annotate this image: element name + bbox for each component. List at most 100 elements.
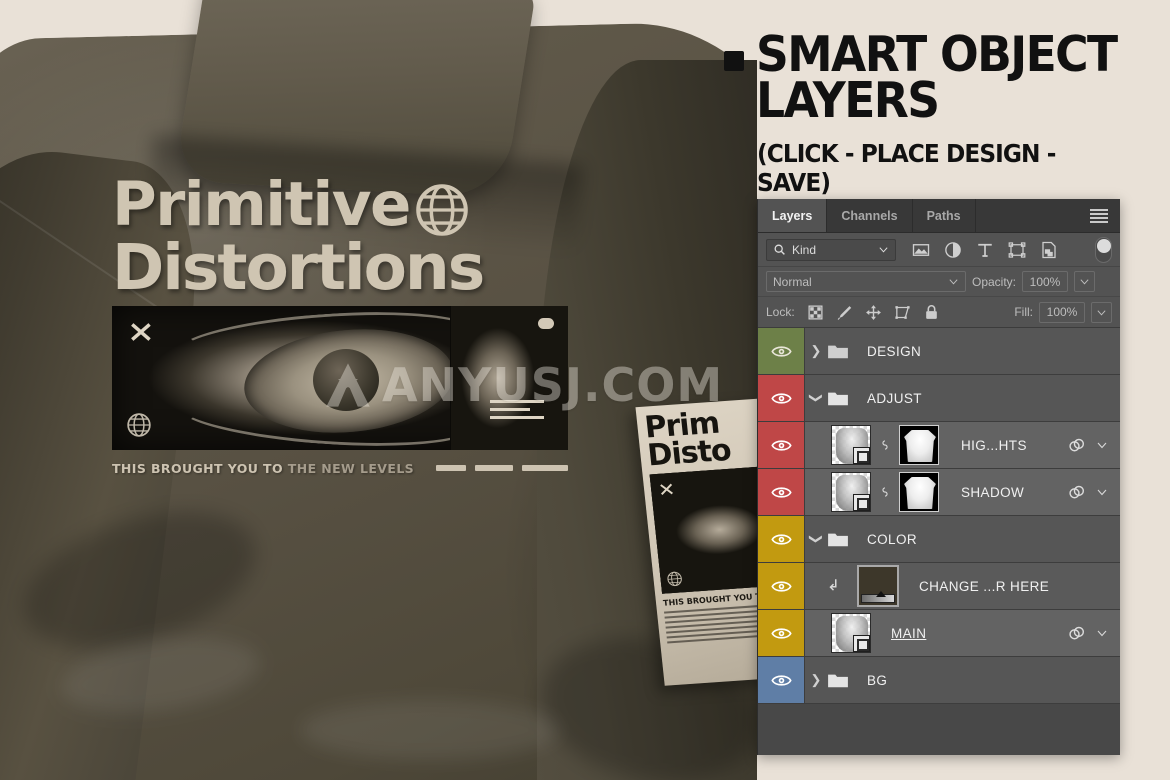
tab-paths-label: Paths xyxy=(927,209,961,223)
headline-block: SMART OBJECTLAYERS (CLICK - PLACE DESIGN… xyxy=(724,32,1154,197)
solid-color-fill-thumbnail[interactable] xyxy=(857,565,899,607)
chevron-down-icon xyxy=(1096,307,1107,318)
chevron-down-icon xyxy=(878,244,889,255)
eye-visible-icon[interactable] xyxy=(758,422,805,468)
jacket-back-print: Primitive Distortions xyxy=(112,176,574,476)
tab-layers-label: Layers xyxy=(772,209,812,223)
layer-effects-icon[interactable] xyxy=(1067,483,1086,502)
layer-filter-bar: Kind xyxy=(758,233,1120,267)
layer-effects-icon[interactable] xyxy=(1067,436,1086,455)
opacity-stepper[interactable] xyxy=(1074,271,1095,292)
search-icon xyxy=(773,243,786,256)
eye-visible-icon[interactable] xyxy=(758,469,805,515)
hangtag-title-2: Disto xyxy=(646,434,757,470)
print-title-text-2: Distortions xyxy=(112,238,483,298)
opacity-value: 100% xyxy=(1030,275,1061,289)
layer-row-color[interactable]: ❯ COLOR xyxy=(758,516,1120,563)
chevron-down-icon[interactable]: ❯ xyxy=(808,528,824,550)
fill-stepper[interactable] xyxy=(1091,302,1112,323)
blend-mode-select[interactable]: Normal xyxy=(766,271,966,292)
blend-mode-value: Normal xyxy=(773,275,948,289)
hangtag-body-lines xyxy=(664,604,757,644)
artwork-pill-mark xyxy=(538,318,554,329)
eye-visible-icon[interactable] xyxy=(758,657,805,703)
layer-list: ❯ DESIGN ❯ xyxy=(758,328,1120,755)
tab-channels[interactable]: Channels xyxy=(827,199,912,232)
shape-filter-icon[interactable] xyxy=(1008,241,1026,259)
filter-power-toggle[interactable] xyxy=(1095,237,1112,263)
eye-visible-icon[interactable] xyxy=(758,516,805,562)
eye-glyph xyxy=(771,341,792,362)
square-bullet-icon xyxy=(724,51,744,71)
eye-glyph xyxy=(771,576,792,597)
screenshot-root: Prim Disto THIS BROUGHT YOU T Primitive xyxy=(0,0,1170,780)
layer-row-design[interactable]: ❯ DESIGN xyxy=(758,328,1120,375)
hamburger-menu-icon[interactable] xyxy=(1078,199,1120,232)
opacity-input[interactable]: 100% xyxy=(1022,271,1068,292)
folder-glyph xyxy=(827,389,849,407)
jacket-smart-object-thumbnail[interactable] xyxy=(831,472,871,512)
eye-visible-icon[interactable] xyxy=(758,610,805,656)
print-title-line-2: Distortions xyxy=(112,238,574,298)
folder-glyph xyxy=(827,671,849,689)
mask-link-icon[interactable] xyxy=(878,438,892,452)
lock-artboard-nesting-icon[interactable] xyxy=(894,304,911,321)
eye-visible-icon[interactable] xyxy=(758,375,805,421)
x-cross-icon xyxy=(129,319,155,345)
filter-kind-select[interactable]: Kind xyxy=(766,239,896,261)
tab-paths[interactable]: Paths xyxy=(913,199,976,232)
layer-row-highlights[interactable]: HIG...HTS xyxy=(758,422,1120,469)
layer-thumbnails xyxy=(831,425,939,465)
eye-glyph xyxy=(771,529,792,550)
chevron-right-icon[interactable]: ❯ xyxy=(805,672,827,688)
folder-glyph xyxy=(827,530,849,548)
lock-all-icon[interactable] xyxy=(923,304,940,321)
jacket-smart-object-thumbnail[interactable] xyxy=(831,613,871,653)
fill-input[interactable]: 100% xyxy=(1039,302,1085,323)
layer-name: CHANGE ...R HERE xyxy=(919,579,1049,594)
layer-row-shadow[interactable]: SHADOW xyxy=(758,469,1120,516)
eye-glyph xyxy=(771,623,792,644)
folder-icon xyxy=(827,530,853,548)
layer-name: DESIGN xyxy=(867,344,921,359)
eye-glyph xyxy=(771,482,792,503)
x-cross-icon xyxy=(658,481,676,498)
opacity-label: Opacity: xyxy=(972,275,1016,289)
image-filter-icon[interactable] xyxy=(912,241,930,259)
chevron-right-icon[interactable]: ❯ xyxy=(805,343,827,359)
print-footer-bold: THIS BROUGHT YOU TO xyxy=(112,461,283,476)
eye-visible-icon[interactable] xyxy=(758,328,805,374)
tab-layers[interactable]: Layers xyxy=(758,199,827,232)
chevron-down-icon[interactable]: ❯ xyxy=(808,387,824,409)
chevron-down-icon xyxy=(948,276,959,287)
fill-value: 100% xyxy=(1047,305,1078,319)
jacket-layer-mask-thumbnail[interactable] xyxy=(899,472,939,512)
lock-position-icon[interactable] xyxy=(865,304,882,321)
print-footer-dashes xyxy=(436,465,568,471)
chevron-down-icon[interactable] xyxy=(1096,627,1108,639)
globe-icon xyxy=(414,182,470,238)
layer-row-bg[interactable]: ❯ BG xyxy=(758,657,1120,704)
lock-image-pixels-icon[interactable] xyxy=(836,304,853,321)
print-title-line-1: Primitive xyxy=(112,176,574,238)
eye-visible-icon[interactable] xyxy=(758,563,805,609)
chevron-down-icon[interactable] xyxy=(1096,439,1108,451)
lock-transparent-pixels-icon[interactable] xyxy=(807,304,824,321)
jacket-layer-mask-thumbnail[interactable] xyxy=(899,425,939,465)
layer-row-main[interactable]: MAIN xyxy=(758,610,1120,657)
layer-name: ADJUST xyxy=(867,391,922,406)
layer-row-adjust[interactable]: ❯ ADJUST xyxy=(758,375,1120,422)
layer-row-change-color-here[interactable]: CHANGE ...R HERE xyxy=(758,563,1120,610)
globe-small-icon xyxy=(666,571,684,588)
smart-object-filter-icon[interactable] xyxy=(1040,241,1058,259)
headline-row: SMART OBJECTLAYERS xyxy=(724,32,1154,123)
mask-link-icon[interactable] xyxy=(878,485,892,499)
adjustment-filter-icon[interactable] xyxy=(944,241,962,259)
jacket-smart-object-thumbnail[interactable] xyxy=(831,425,871,465)
text-filter-icon[interactable] xyxy=(976,241,994,259)
layer-effects-icon[interactable] xyxy=(1067,624,1086,643)
jacket-mockup: Prim Disto THIS BROUGHT YOU T Primitive xyxy=(0,0,757,780)
headline-line-2: LAYERS xyxy=(756,72,938,129)
chevron-down-icon[interactable] xyxy=(1096,486,1108,498)
panel-tab-bar: Layers Channels Paths xyxy=(758,199,1120,233)
